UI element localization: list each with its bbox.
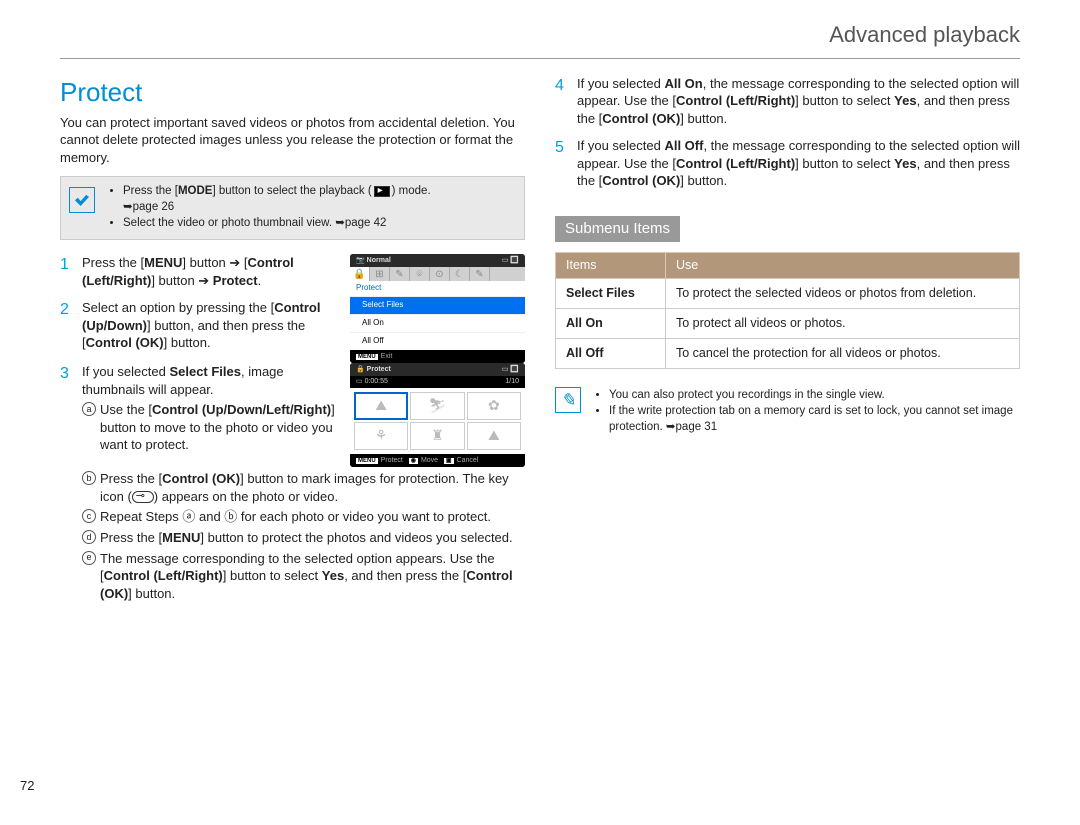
key-icon <box>132 491 154 503</box>
substep-b: b Press the [Control (OK)] button to mar… <box>82 470 525 505</box>
table-header-use: Use <box>666 253 1020 279</box>
note2-item: If the write protection tab on a memory … <box>609 404 1020 435</box>
pencil-note-icon: ✎ <box>555 387 581 413</box>
step-4: 4 If you selected All On, the message co… <box>555 75 1020 128</box>
table-header-items: Items <box>556 253 666 279</box>
submenu-table: Items Use Select FilesTo protect the sel… <box>555 252 1020 369</box>
note1-item-1: Press the [MODE] button to select the pl… <box>123 184 514 215</box>
note1-item-2: Select the video or photo thumbnail view… <box>123 216 514 232</box>
table-row: All OffTo cancel the protection for all … <box>556 338 1020 368</box>
step-number: 5 <box>555 137 577 190</box>
note2-item: You can also protect you recordings in t… <box>609 388 1020 404</box>
lock-icon: 🔒 <box>350 267 370 281</box>
step-2: 2 Select an option by pressing the [Cont… <box>60 299 342 352</box>
prerequisite-note: Press the [MODE] button to select the pl… <box>60 176 525 240</box>
chapter-header: Advanced playback <box>60 20 1020 59</box>
table-row: Select FilesTo protect the selected vide… <box>556 279 1020 309</box>
camera-screen-thumbnails: 🔒 Protect▭ 🔳 ▭ 0:00:551/10 ⛰⛷✿ ⚘♜⛰ MENUP… <box>350 363 525 467</box>
page-number: 72 <box>20 777 34 795</box>
circle-a-icon: a <box>82 402 96 416</box>
substep-c: c Repeat Steps ⓐ and ⓑ for each photo or… <box>82 508 525 526</box>
step-number: 3 <box>60 363 82 457</box>
info-note: ✎ You can also protect you recordings in… <box>555 387 1020 437</box>
left-column: Protect You can protect important saved … <box>60 75 525 605</box>
step-3: 3 If you selected Select Files, image th… <box>60 363 342 457</box>
intro-paragraph: You can protect important saved videos o… <box>60 114 525 167</box>
substep-a: a Use the [Control (Up/Down/Left/Right)]… <box>82 401 342 454</box>
step-number: 1 <box>60 254 82 289</box>
step-number: 2 <box>60 299 82 352</box>
table-row: All OnTo protect all videos or photos. <box>556 308 1020 338</box>
section-title: Protect <box>60 75 525 110</box>
menu-item: All On <box>350 314 525 332</box>
step-1: 1 Press the [MENU] button ➔ [Control (Le… <box>60 254 342 289</box>
substep-e: e The message corresponding to the selec… <box>82 550 525 603</box>
page: Advanced playback Protect You can protec… <box>0 0 1080 615</box>
check-icon <box>69 187 95 213</box>
submenu-heading: Submenu Items <box>555 216 680 242</box>
menu-item: All Off <box>350 332 525 350</box>
circle-d-icon: d <box>82 530 96 544</box>
substep-d: d Press the [MENU] button to protect the… <box>82 529 525 547</box>
step-5: 5 If you selected All Off, the message c… <box>555 137 1020 190</box>
right-column: 4 If you selected All On, the message co… <box>555 75 1020 605</box>
menu-item-selected: Select Files <box>350 296 525 314</box>
playback-mode-icon <box>374 186 390 197</box>
two-column-layout: Protect You can protect important saved … <box>60 75 1020 605</box>
circle-c-icon: c <box>82 509 96 523</box>
circle-e-icon: e <box>82 551 96 565</box>
circle-b-icon: b <box>82 471 96 485</box>
menu-section-label: Protect <box>350 281 525 296</box>
camera-screen-menu: 📷 Normal▭ 🔳 🔒 ⊞✎⌾⊙☾✎ Protect Select File… <box>350 254 525 363</box>
step-number: 4 <box>555 75 577 128</box>
